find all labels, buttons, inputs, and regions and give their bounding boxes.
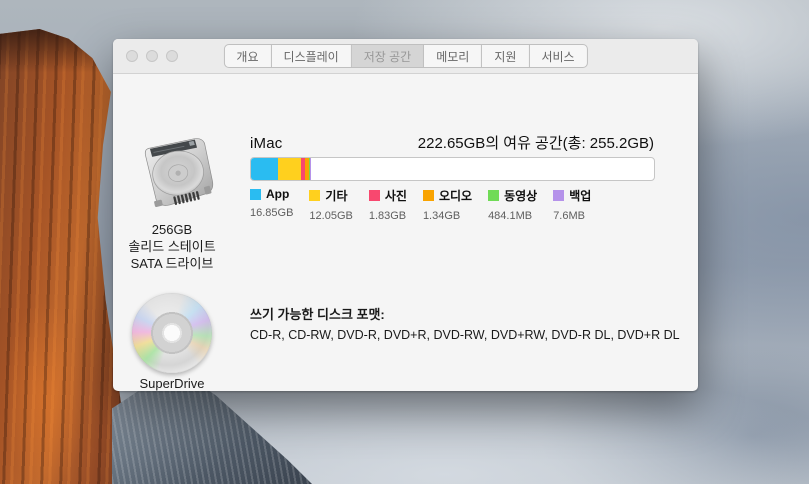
legend-swatch-icon	[369, 190, 380, 201]
legend-swatch-icon	[488, 190, 499, 201]
legend-label: 기타	[325, 187, 347, 204]
disc-formats-list: CD-R, CD-RW, DVD-R, DVD+R, DVD-RW, DVD+R…	[250, 328, 680, 342]
traffic-lights	[126, 50, 178, 62]
legend-item-3: 오디오 1.34GB	[423, 187, 472, 222]
window-titlebar[interactable]: 개요디스플레이저장 공간메모리지원서비스	[113, 39, 698, 74]
cd-disc-icon	[132, 293, 212, 373]
legend-label: 오디오	[439, 187, 472, 204]
minimize-button[interactable]	[146, 50, 158, 62]
tab-0[interactable]: 개요	[224, 45, 271, 67]
disc-formats-title: 쓰기 가능한 디스크 포맷:	[250, 304, 385, 323]
drive-caption-line-1: 솔리드 스테이트	[113, 238, 231, 255]
background-mountain	[112, 376, 312, 484]
storage-pane: 256GB솔리드 스테이트SATA 드라이브 SuperDrive iMac 2…	[113, 74, 698, 391]
superdrive-label: SuperDrive	[113, 376, 231, 391]
storage-segment-1	[278, 158, 301, 180]
about-mac-window: 개요디스플레이저장 공간메모리지원서비스	[113, 39, 698, 391]
free-space-text: 222.65GB의 여유 공간(총: 255.2GB)	[418, 132, 654, 153]
device-name: iMac	[250, 135, 282, 152]
tab-4[interactable]: 지원	[482, 45, 529, 67]
legend-size: 16.85GB	[250, 207, 293, 219]
legend-swatch-icon	[250, 189, 261, 200]
storage-segment-0	[251, 158, 278, 180]
storage-header-row: iMac 222.65GB의 여유 공간(총: 255.2GB)	[250, 132, 654, 153]
hard-disk-icon	[135, 128, 223, 220]
legend-item-5: 백업 7.6MB	[553, 187, 591, 222]
drive-caption: 256GB솔리드 스테이트SATA 드라이브	[113, 221, 231, 272]
zoom-button[interactable]	[166, 50, 178, 62]
toolbar-tab-group: 개요디스플레이저장 공간메모리지원서비스	[223, 44, 587, 68]
tab-3[interactable]: 메모리	[424, 45, 482, 67]
legend-label: 사진	[385, 187, 407, 204]
legend-label: 백업	[569, 187, 591, 204]
tab-5[interactable]: 서비스	[529, 45, 586, 67]
drive-caption-line-2: SATA 드라이브	[113, 255, 231, 272]
legend-item-2: 사진 1.83GB	[369, 187, 407, 222]
storage-legend: App 16.85GB 기타 12.05GB 사진 1.83GB 오디오 1.34GB 동영상 4…	[250, 187, 591, 222]
legend-item-4: 동영상 484.1MB	[488, 187, 537, 222]
close-button[interactable]	[126, 50, 138, 62]
legend-size: 1.34GB	[423, 210, 472, 222]
legend-swatch-icon	[553, 190, 564, 201]
storage-segment-5	[310, 158, 311, 180]
legend-swatch-icon	[423, 190, 434, 201]
drive-caption-line-0: 256GB	[113, 221, 231, 238]
desktop-wallpaper: 개요디스플레이저장 공간메모리지원서비스	[0, 0, 809, 484]
legend-size: 12.05GB	[309, 210, 352, 222]
storage-usage-bar	[250, 157, 655, 181]
legend-label: App	[266, 187, 289, 201]
tab-1[interactable]: 디스플레이	[272, 45, 352, 67]
legend-size: 484.1MB	[488, 210, 537, 222]
legend-item-1: 기타 12.05GB	[309, 187, 352, 222]
legend-label: 동영상	[504, 187, 537, 204]
legend-size: 7.6MB	[553, 210, 591, 222]
tab-2[interactable]: 저장 공간	[352, 45, 425, 67]
legend-size: 1.83GB	[369, 210, 407, 222]
legend-swatch-icon	[309, 190, 320, 201]
legend-item-0: App 16.85GB	[250, 187, 293, 222]
